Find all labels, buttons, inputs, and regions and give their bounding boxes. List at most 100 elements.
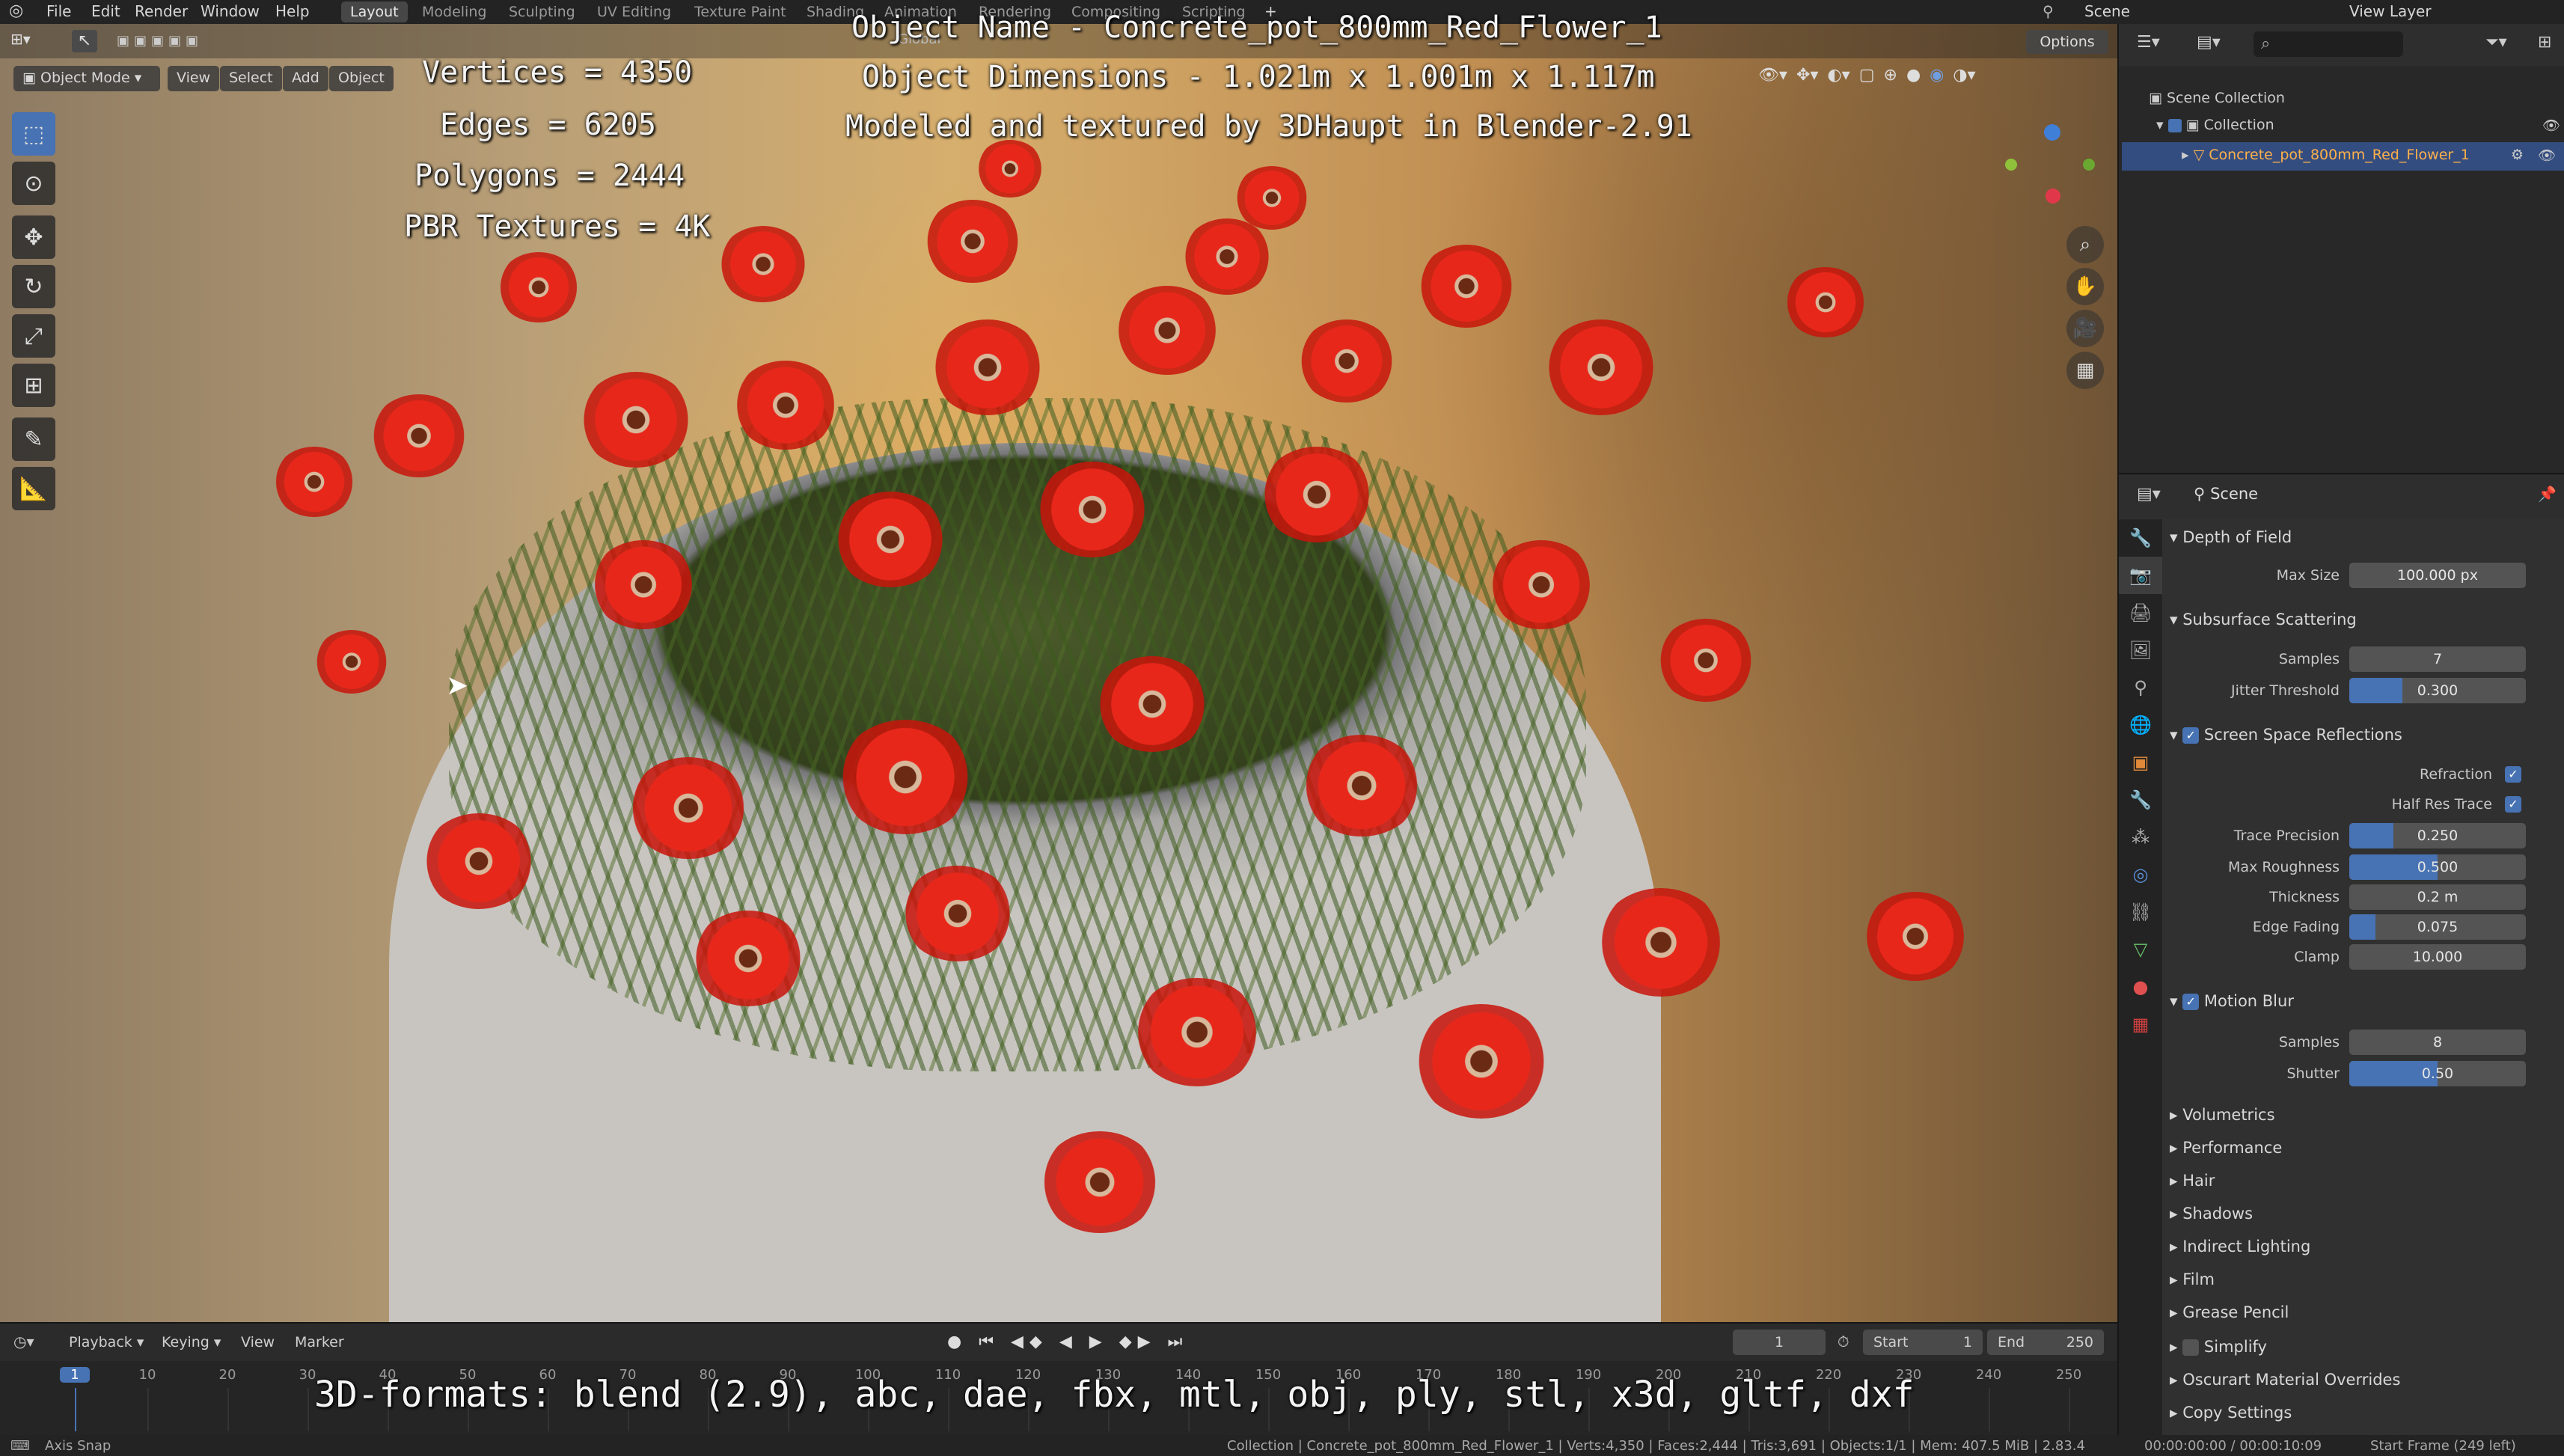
filter-icon[interactable]: ⏷▾	[2485, 33, 2507, 52]
timeline-menu-view[interactable]: View	[241, 1334, 275, 1351]
view-layer-selector[interactable]: View Layer	[2349, 0, 2432, 24]
world-tab-icon[interactable]: 🌐	[2119, 706, 2162, 744]
mb-samples-field[interactable]: 8	[2349, 1030, 2526, 1055]
axis-y-neg-icon[interactable]	[2083, 159, 2095, 171]
annotate-tool-icon[interactable]: ✎	[12, 417, 55, 461]
select-box-tool-icon[interactable]: ⬚	[12, 112, 55, 156]
max-roughness-slider[interactable]: 0.500	[2349, 854, 2526, 880]
render-tab-icon[interactable]: 📷	[2119, 557, 2162, 594]
perspective-grid-icon[interactable]: ▦	[2066, 352, 2104, 389]
object-tab-icon[interactable]: ▣	[2119, 744, 2162, 781]
thickness-field[interactable]: 0.2 m	[2349, 884, 2526, 910]
gizmo-icon[interactable]: ✥▾	[1796, 66, 1818, 91]
panel-oscurart[interactable]: ▸ Oscurart Material Overrides	[2170, 1365, 2400, 1395]
tab-sculpting[interactable]: Sculpting	[500, 1, 584, 22]
play-reverse-icon[interactable]: ◀	[1059, 1333, 1078, 1351]
timeline-menu-keying[interactable]: Keying ▾	[162, 1334, 221, 1351]
object-visibility-icon[interactable]: 👁	[2538, 147, 2556, 164]
editor-type-icon[interactable]: ⊞▾	[10, 30, 55, 52]
sss-panel-header[interactable]: ▾ Subsurface Scattering	[2170, 605, 2357, 634]
scene-selector[interactable]: Scene	[2084, 0, 2130, 24]
viewport-menu-add[interactable]: Add	[283, 66, 328, 91]
sss-samples-field[interactable]: 7	[2349, 646, 2526, 672]
outliner-editor-icon[interactable]: ☰▾	[2137, 33, 2160, 52]
properties-editor-icon[interactable]: ▤▾	[2137, 485, 2161, 504]
select-tool-icon[interactable]: ↖	[72, 30, 97, 52]
visibility-icon[interactable]: 👁▾	[1758, 66, 1787, 91]
navigation-gizmo[interactable]	[1990, 120, 2102, 217]
zoom-icon[interactable]: ⌕	[2066, 226, 2104, 263]
end-frame-field[interactable]: End 250	[1987, 1330, 2104, 1355]
tool-tab-icon[interactable]: 🔧	[2119, 519, 2162, 557]
material-tab-icon[interactable]: ●	[2119, 968, 2162, 1006]
start-frame-field[interactable]: Start 1	[1863, 1330, 1983, 1355]
selection-mode-icons[interactable]: ▣▣▣▣▣	[117, 30, 244, 52]
camera-view-icon[interactable]: 🎥	[2066, 310, 2104, 347]
menu-file[interactable]: File	[46, 0, 71, 24]
refraction-checkbox[interactable]: ✓	[2505, 766, 2521, 783]
menu-window[interactable]: Window	[201, 0, 260, 24]
collection-checkbox[interactable]	[2167, 118, 2182, 132]
modifier-tab-icon[interactable]: 🔧	[2119, 781, 2162, 819]
outliner-search-input[interactable]: ⌕	[2254, 31, 2403, 57]
scene-tab-icon[interactable]: ⚲	[2119, 669, 2162, 706]
texture-tab-icon[interactable]: ▦	[2119, 1006, 2162, 1043]
rendered-shading-icon[interactable]: ◑▾	[1953, 66, 1975, 91]
panel-volumetrics[interactable]: ▸ Volumetrics	[2170, 1100, 2275, 1130]
next-keyframe-icon[interactable]: ◆▶	[1119, 1333, 1157, 1351]
max-size-field[interactable]: 100.000 px	[2349, 563, 2526, 588]
ssr-panel-header[interactable]: ▾ ✓ Screen Space Reflections	[2170, 720, 2402, 750]
scale-tool-icon[interactable]: ⤢	[12, 314, 55, 358]
simplify-checkbox[interactable]	[2182, 1339, 2200, 1356]
material-shading-icon[interactable]: ◉	[1930, 66, 1944, 91]
solid-shading-icon[interactable]: ●	[1906, 66, 1921, 91]
3d-viewport[interactable]	[0, 24, 2117, 1322]
axis-z-icon[interactable]	[2044, 124, 2060, 141]
tab-uv-editing[interactable]: UV Editing	[588, 1, 680, 22]
play-icon[interactable]: ▶	[1089, 1333, 1108, 1351]
panel-simplify[interactable]: ▸ Simplify	[2170, 1332, 2267, 1362]
panel-indirect-lighting[interactable]: ▸ Indirect Lighting	[2170, 1232, 2310, 1261]
motion-blur-checkbox[interactable]: ✓	[2182, 994, 2200, 1010]
record-icon[interactable]: ●	[947, 1333, 967, 1351]
half-res-trace-checkbox[interactable]: ✓	[2505, 796, 2521, 813]
collection-row[interactable]: ▾ ▣ Collection 👁	[2156, 117, 2560, 134]
view-layer-tab-icon[interactable]: 🖼	[2119, 631, 2162, 669]
scene-collection-row[interactable]: ▣ Scene Collection	[2149, 90, 2285, 106]
panel-copy-settings[interactable]: ▸ Copy Settings	[2170, 1398, 2292, 1428]
axis-y-icon[interactable]	[2005, 159, 2017, 171]
menu-render[interactable]: Render	[135, 0, 188, 24]
expand-arrow-icon[interactable]: ▾	[2156, 117, 2168, 133]
constraints-tab-icon[interactable]: ⛓	[2119, 893, 2162, 931]
wireframe-shading-icon[interactable]: ⊕	[1884, 66, 1897, 91]
jump-start-icon[interactable]: ⏮	[979, 1333, 1000, 1351]
xray-icon[interactable]: ▢	[1859, 66, 1875, 91]
panel-grease-pencil[interactable]: ▸ Grease Pencil	[2170, 1297, 2289, 1327]
prev-keyframe-icon[interactable]: ◀◆	[1011, 1333, 1048, 1351]
particles-tab-icon[interactable]: ⁂	[2119, 819, 2162, 856]
menu-help[interactable]: Help	[275, 0, 310, 24]
options-button[interactable]: Options	[2026, 30, 2108, 54]
axis-x-icon[interactable]	[2046, 189, 2060, 204]
physics-tab-icon[interactable]: ◎	[2119, 856, 2162, 893]
output-tab-icon[interactable]: 🖨	[2119, 594, 2162, 631]
new-collection-icon[interactable]: ⊞	[2538, 33, 2551, 52]
current-frame-field[interactable]: 1	[1733, 1330, 1826, 1355]
ssr-enable-checkbox[interactable]: ✓	[2182, 727, 2200, 744]
viewport-menu-object[interactable]: Object	[329, 66, 394, 91]
display-mode-icon[interactable]: ▤▾	[2197, 33, 2221, 52]
object-row-selected[interactable]: ▸ ▽ Concrete_pot_800mm_Red_Flower_1 ⚙ 👁	[2122, 142, 2564, 171]
viewport-menu-view[interactable]: View	[168, 66, 220, 91]
timeline-menu-playback[interactable]: Playback ▾	[69, 1334, 144, 1351]
preview-range-icon[interactable]: ⏱	[1838, 1333, 1849, 1351]
cursor-tool-icon[interactable]: ⊙	[12, 162, 55, 205]
panel-shadows[interactable]: ▸ Shadows	[2170, 1199, 2253, 1229]
measure-tool-icon[interactable]: 📐	[12, 467, 55, 510]
object-expand-icon[interactable]: ▸	[2182, 147, 2194, 163]
shutter-slider[interactable]: 0.50	[2349, 1061, 2526, 1086]
clamp-field[interactable]: 10.000	[2349, 944, 2526, 970]
collection-visibility-icon[interactable]: 👁	[2542, 117, 2560, 134]
tab-layout[interactable]: Layout	[341, 1, 408, 22]
pan-hand-icon[interactable]: ✋	[2066, 268, 2104, 305]
object-mode-dropdown[interactable]: ▣ Object Mode ▾	[13, 66, 160, 91]
